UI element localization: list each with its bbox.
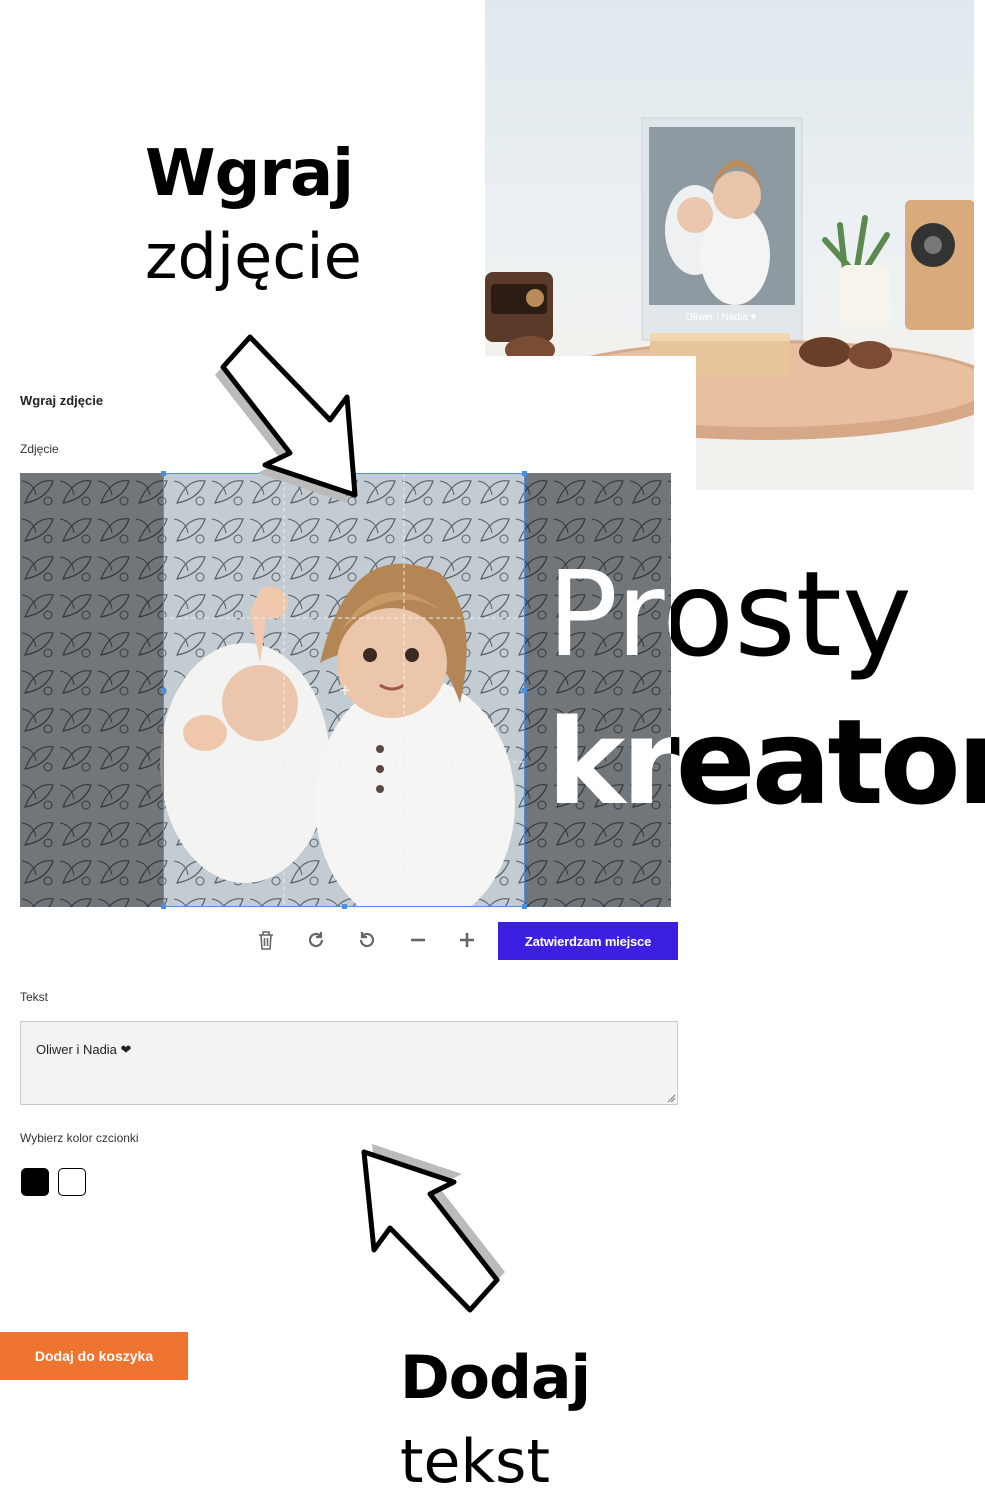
rotate-right-icon[interactable] [300, 924, 332, 956]
add-to-cart-button[interactable]: Dodaj do koszyka [0, 1332, 188, 1380]
resize-grip-icon[interactable] [666, 1093, 676, 1103]
photo-label: Zdjęcie [20, 442, 59, 456]
promo-text-subheading: tekst [400, 1427, 550, 1497]
crop-frame[interactable] [161, 471, 527, 909]
crop-handle[interactable] [522, 688, 527, 693]
font-color-label: Wybierz kolor czcionki [20, 1131, 139, 1145]
promo-upload-subheading: zdjęcie [145, 220, 362, 293]
font-color-white-swatch[interactable] [58, 1168, 86, 1196]
creator-light-text-overlay: Prosty [547, 555, 671, 683]
crop-handle[interactable] [522, 471, 527, 476]
section-title: Wgraj zdjęcie [20, 393, 104, 408]
plaque-caption: Oliwer i Nadia ♥ [686, 312, 757, 323]
crop-handle[interactable] [161, 688, 166, 693]
rotate-left-icon[interactable] [351, 924, 383, 956]
text-label: Tekst [20, 990, 49, 1004]
arrow-down-icon [215, 334, 358, 503]
confirm-placement-button[interactable]: Zatwierdzam miejsce [498, 922, 678, 960]
plus-icon[interactable] [451, 924, 483, 956]
arrow-up-icon [361, 1144, 505, 1313]
promo-creator-heading: Prosty kreator Prosty kreator [547, 555, 985, 835]
minus-icon[interactable] [402, 924, 434, 956]
crop-handle[interactable] [161, 904, 166, 909]
promo-upload-heading: Wgraj [145, 137, 354, 211]
crop-handle[interactable] [522, 904, 527, 909]
text-input[interactable]: Oliwer i Nadia ❤ [20, 1021, 678, 1105]
font-color-black-swatch[interactable] [21, 1168, 49, 1196]
creator-bold-text-overlay: kreator [547, 693, 671, 831]
crop-handle[interactable] [161, 471, 166, 476]
crop-handle[interactable] [342, 904, 347, 909]
promo-text-heading: Dodaj [400, 1343, 591, 1413]
trash-icon[interactable] [250, 924, 282, 956]
